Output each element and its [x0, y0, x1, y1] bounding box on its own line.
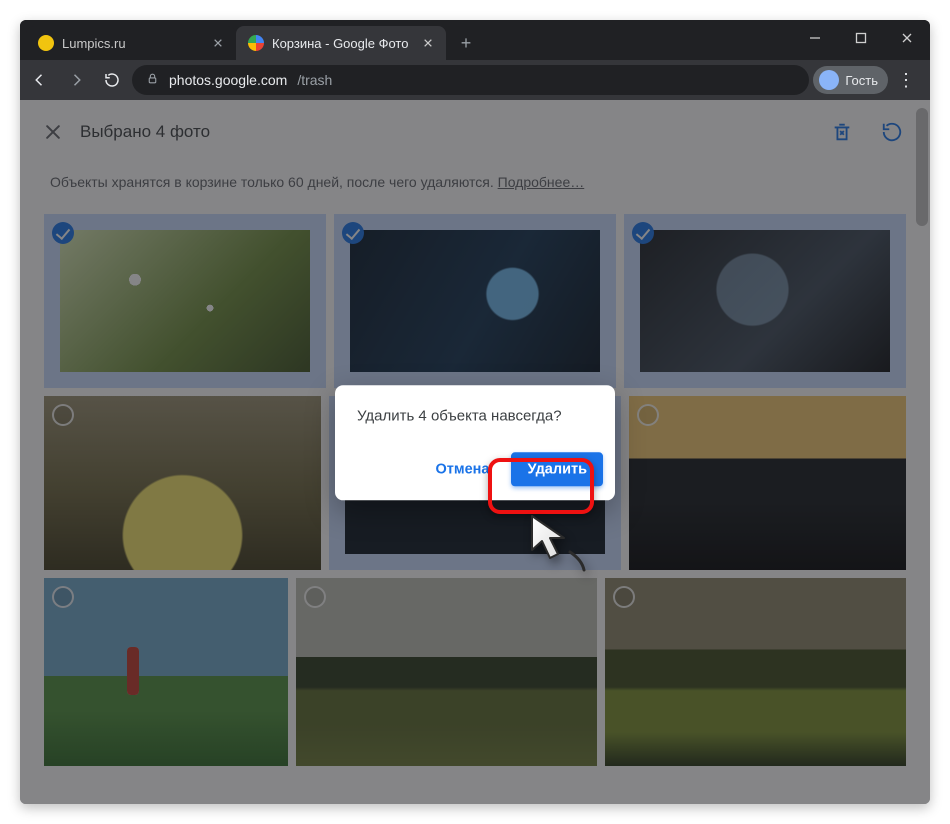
- reload-icon: [103, 71, 121, 89]
- confirm-delete-dialog: Удалить 4 объекта навсегда? Отмена Удали…: [335, 385, 615, 500]
- browser-toolbar: photos.google.com/trash Гость ⋮: [20, 60, 930, 100]
- close-icon: [901, 32, 913, 44]
- page-viewport: Выбрано 4 фото Объекты хранятся в корзин…: [20, 100, 930, 804]
- url-path: /trash: [297, 72, 332, 88]
- minimize-icon: [809, 32, 821, 44]
- tab-close-button[interactable]: [210, 35, 226, 51]
- close-icon: [213, 38, 223, 48]
- tab-lumpics[interactable]: Lumpics.ru: [26, 26, 236, 60]
- window-controls: [792, 20, 930, 56]
- window-maximize-button[interactable]: [838, 20, 884, 56]
- cancel-button[interactable]: Отмена: [423, 453, 501, 485]
- maximize-icon: [855, 32, 867, 44]
- nav-forward-button[interactable]: [60, 64, 92, 96]
- confirm-delete-button[interactable]: Удалить: [511, 452, 603, 486]
- url-host: photos.google.com: [169, 72, 287, 88]
- tab-title: Lumpics.ru: [62, 36, 126, 51]
- lock-icon: [146, 72, 159, 88]
- window-minimize-button[interactable]: [792, 20, 838, 56]
- address-bar[interactable]: photos.google.com/trash: [132, 65, 809, 95]
- dialog-title: Удалить 4 объекта навсегда?: [357, 407, 607, 424]
- annotation-cursor-icon: [526, 510, 590, 574]
- browser-window: Lumpics.ru Корзина - Google Фото +: [20, 20, 930, 804]
- arrow-right-icon: [67, 71, 85, 89]
- dialog-actions: Отмена Удалить: [357, 452, 607, 486]
- profile-label: Гость: [845, 73, 878, 88]
- nav-back-button[interactable]: [24, 64, 56, 96]
- arrow-left-icon: [31, 71, 49, 89]
- window-close-button[interactable]: [884, 20, 930, 56]
- tab-close-button[interactable]: [420, 35, 436, 51]
- close-icon: [423, 38, 433, 48]
- tab-title: Корзина - Google Фото: [272, 36, 408, 51]
- nav-reload-button[interactable]: [96, 64, 128, 96]
- favicon-icon: [38, 35, 54, 51]
- new-tab-button[interactable]: +: [452, 29, 480, 57]
- profile-chip[interactable]: Гость: [813, 66, 888, 94]
- tab-google-photos-trash[interactable]: Корзина - Google Фото: [236, 26, 446, 60]
- avatar-icon: [819, 70, 839, 90]
- favicon-icon: [248, 35, 264, 51]
- browser-menu-button[interactable]: ⋮: [892, 66, 920, 94]
